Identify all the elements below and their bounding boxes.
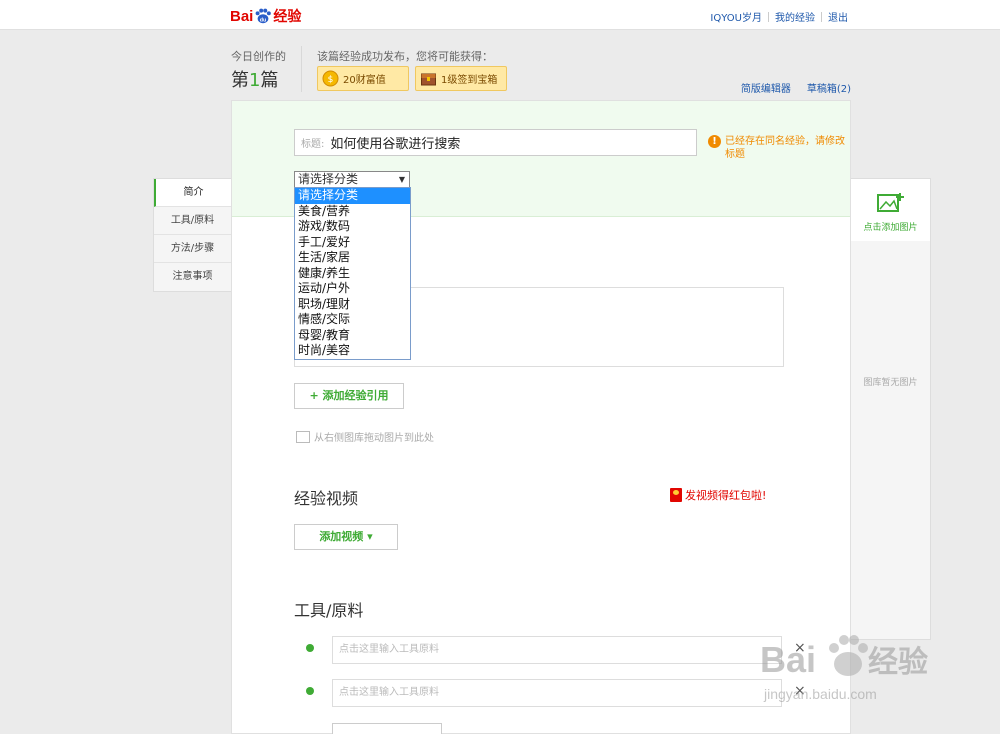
add-image-icon (876, 193, 904, 212)
treasure-box-icon (421, 73, 436, 86)
svg-text:Bai: Bai (760, 639, 816, 680)
watermark-logo: Bai 经验 (760, 635, 928, 680)
section-nav: 简介 工具/原料 方法/步骤 注意事项 (153, 178, 231, 292)
add-tool-button[interactable] (332, 723, 442, 734)
editor-links: 简版编辑器 草稿箱(2) (741, 80, 851, 95)
tool-input[interactable]: 点击这里输入工具原料 (332, 636, 782, 664)
category-select[interactable]: 请选择分类 ▼ (294, 171, 410, 188)
title-input[interactable]: 标题: 如何使用谷歌进行搜索 (294, 129, 697, 156)
today-label: 今日创作的 (231, 50, 286, 63)
dropdown-arrow-icon: ▼ (398, 175, 405, 184)
svg-text:$: $ (328, 75, 334, 85)
tab-tools[interactable]: 工具/原料 (154, 207, 231, 235)
image-gallery: 点击添加图片 图库暂无图片 (851, 178, 931, 640)
box-reward-text: 1级签到宝箱 (441, 75, 498, 86)
svg-text:du: du (260, 17, 267, 23)
tab-intro[interactable]: 简介 (154, 179, 231, 207)
divider (301, 46, 302, 92)
drafts-link[interactable]: 草稿箱(2) (807, 80, 851, 95)
baidu-jingyan-logo[interactable]: Bai du 经验 (230, 5, 301, 27)
box-reward-badge: 1级签到宝箱 (415, 66, 507, 91)
duplicate-warning: ! 已经存在同名经验，请修改标题 (708, 135, 848, 161)
title-label: 标题: (301, 139, 325, 150)
creation-status: 今日创作的 第1篇 该篇经验成功发布，您将可能获得： $ 20财富值 1级签到宝… (231, 44, 851, 98)
count-suffix: 篇 (260, 70, 279, 91)
logo-text: Bai (230, 7, 254, 25)
tab-notes[interactable]: 注意事项 (154, 263, 231, 291)
baidu-jingyan-watermark: Bai 经验 jingyan.baidu.com (756, 624, 956, 719)
category-option[interactable]: 时尚/美容 (295, 343, 410, 359)
category-dropdown: 请选择分类 美食/营养 游戏/数码 手工/爱好 生活/家居 健康/养生 运动/户… (294, 187, 411, 360)
category-option[interactable]: 职场/理财 (295, 297, 410, 313)
category-option[interactable]: 游戏/数码 (295, 219, 410, 235)
add-image-label: 点击添加图片 (863, 223, 918, 233)
user-name-link[interactable]: IQYOU岁月 (710, 9, 762, 24)
bullet-icon (306, 644, 314, 652)
category-option[interactable]: 美食/营养 (295, 204, 410, 220)
svg-text:经验: 经验 (868, 645, 928, 680)
logout-link[interactable]: 退出 (828, 9, 848, 24)
tool-input[interactable]: 点击这里输入工具原料 (332, 679, 782, 707)
count-prefix: 第 (231, 70, 249, 91)
add-video-button[interactable]: 添加视频 ▾ (294, 524, 398, 550)
coin-icon: $ (322, 70, 339, 87)
add-reference-button[interactable]: + 添加经验引用 (294, 383, 404, 409)
category-option[interactable]: 请选择分类 (295, 188, 410, 204)
tools-section-title: 工具/原料 (294, 601, 364, 620)
warning-icon: ! (708, 135, 721, 148)
category-option[interactable]: 运动/户外 (295, 281, 410, 297)
count-number: 1 (249, 70, 261, 91)
user-links: IQYOU岁月 我的经验 退出 (710, 9, 848, 24)
wealth-reward-text: 20财富值 (343, 75, 386, 86)
red-envelope-icon (670, 488, 682, 502)
title-value: 如何使用谷歌进行搜索 (330, 137, 461, 152)
category-option[interactable]: 情感/交际 (295, 312, 410, 328)
category-option[interactable]: 手工/爱好 (295, 235, 410, 251)
logo-suffix: 经验 (273, 9, 302, 25)
category-option[interactable]: 母婴/教育 (295, 328, 410, 344)
top-bar: Bai du 经验 IQYOU岁月 我的经验 退出 (0, 0, 1000, 30)
image-icon (296, 430, 310, 443)
tool-row: 点击这里输入工具原料 × (302, 679, 822, 707)
drag-hint-text: 从右侧图库拖动图片到此处 (314, 433, 434, 444)
paw-icon: du (255, 8, 272, 23)
divider (821, 11, 822, 22)
warning-text: 已经存在同名经验，请修改标题 (725, 136, 845, 160)
video-promo-text: 发视频得红包啦! (685, 489, 767, 502)
video-section-title: 经验视频 (294, 489, 359, 508)
simple-editor-link[interactable]: 简版编辑器 (741, 80, 791, 95)
reward-label: 该篇经验成功发布，您将可能获得： (317, 50, 493, 63)
tool-row: 点击这里输入工具原料 × (302, 636, 822, 664)
category-option[interactable]: 健康/养生 (295, 266, 410, 282)
category-option[interactable]: 生活/家居 (295, 250, 410, 266)
tab-steps[interactable]: 方法/步骤 (154, 235, 231, 263)
bullet-icon (306, 687, 314, 695)
drag-hint: 从右侧图库拖动图片到此处 (296, 429, 434, 444)
watermark-url: jingyan.baidu.com (764, 686, 877, 702)
wealth-reward-badge: $ 20财富值 (317, 66, 409, 91)
video-promo[interactable]: 发视频得红包啦! (670, 487, 766, 503)
article-count: 第1篇 (231, 66, 278, 92)
my-experience-link[interactable]: 我的经验 (775, 9, 815, 24)
divider (768, 11, 769, 22)
category-selected: 请选择分类 (298, 172, 359, 186)
gallery-empty-text: 图库暂无图片 (863, 378, 918, 388)
add-image-button[interactable]: 点击添加图片 (851, 179, 930, 241)
